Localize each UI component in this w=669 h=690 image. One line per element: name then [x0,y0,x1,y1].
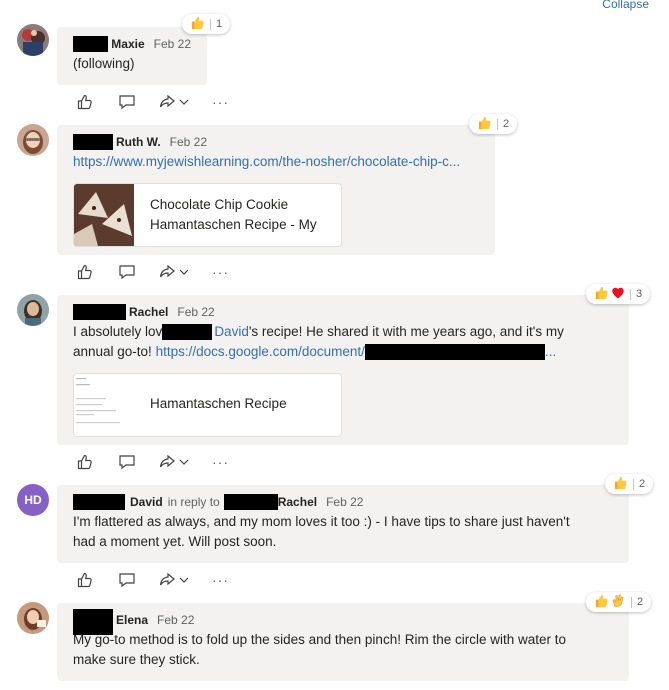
chevron-down-icon[interactable] [178,456,190,468]
reply-icon[interactable] [118,263,136,281]
thumbs-up-icon[interactable] [76,453,94,471]
share-icon[interactable] [158,571,176,589]
comment-bubble: David in reply to Rachel Feb 22 I'm flat… [57,485,629,563]
shared-link[interactable]: https://docs.google.com/document/ [156,344,365,359]
redaction-box [73,304,126,320]
author-name[interactable]: Elena [116,613,148,627]
reaction-summary[interactable]: 1 [182,14,231,34]
comment-header: Maxie Feb 22 [73,35,191,53]
redaction-box [223,494,278,510]
reply-icon[interactable] [118,571,136,589]
heart-icon [611,286,625,303]
thumbs-up-icon [613,475,628,493]
author-name[interactable]: Rachel [129,305,168,319]
avatar[interactable] [17,602,49,634]
comment-text: I'm flattered as always, and my mom love… [73,514,570,529]
reply-to-label: in reply to [167,495,220,509]
comment-text: annual go-to! https://docs.google.com/do… [73,344,557,361]
post-date: Feb 22 [157,613,195,627]
preview-title: Chocolate Chip Cookie Hamantaschen Recip… [150,197,317,232]
preview-thumbnail [74,374,134,436]
reply-icon[interactable] [118,93,136,111]
clapping-hands-icon [611,593,626,611]
comment-bubble: Maxie Feb 22 (following) [57,27,207,85]
shared-link[interactable]: https://www.myjewishlearning.com/the-nos… [73,152,479,172]
redaction-box [162,324,213,341]
reaction-count: 2 [639,478,646,490]
redaction-box [364,344,545,361]
avatar[interactable] [17,124,49,156]
avatar[interactable] [17,24,49,56]
reaction-summary[interactable]: 2 [586,592,652,612]
preview-title: Hamantaschen Recipe [150,396,287,411]
comment-header: Ruth W. Feb 22 [73,133,479,151]
post-date: Feb 22 [326,495,364,509]
comment-bubble: Elena Feb 22 My go-to method is to fold … [57,603,629,681]
link-preview-card[interactable]: Hamantaschen Recipe [73,373,342,437]
chevron-down-icon[interactable] [178,96,190,108]
comment-bubble: Rachel Feb 22 I absolutely lov David's re… [57,295,629,445]
thumbs-up-icon[interactable] [76,93,94,111]
chevron-down-icon[interactable] [178,574,190,586]
comment-actions: ··· [76,451,229,473]
share-icon[interactable] [158,453,176,471]
thumbs-up-icon [190,15,205,33]
link-preview-card[interactable]: Chocolate Chip Cookie Hamantaschen Recip… [73,183,342,247]
preview-thumbnail [74,184,134,246]
post-date: Feb 22 [177,305,215,319]
author-name[interactable]: David [130,495,163,509]
mention-link[interactable]: David [214,324,249,339]
reaction-summary[interactable]: 2 [469,114,518,134]
comment-header: Rachel Feb 22 [73,303,613,321]
avatar[interactable]: HD [17,484,49,516]
comment-text: had a moment yet. Will post soon. [73,534,277,549]
comment-actions: ··· [76,91,229,113]
thumbs-up-icon [594,285,609,303]
comment-text: I absolutely lov David's recipe! He share… [73,324,564,341]
author-name[interactable]: Maxie [111,37,144,51]
share-icon[interactable] [158,93,176,111]
redaction-box [73,134,113,150]
reaction-summary[interactable]: 2 [605,474,654,494]
comment-header: Elena Feb 22 [73,609,613,635]
thumbs-up-icon [594,593,609,611]
comment-text: make sure they stick. [73,652,200,667]
thumbs-up-icon[interactable] [76,571,94,589]
more-options-icon[interactable]: ··· [212,94,229,110]
more-options-icon[interactable]: ··· [212,264,229,280]
reaction-count: 3 [636,288,643,300]
share-icon[interactable] [158,263,176,281]
comment-actions: ··· [76,261,229,283]
more-options-icon[interactable]: ··· [212,572,229,588]
post-date: Feb 22 [169,135,208,149]
reaction-count: 2 [503,118,510,130]
comment-actions: ··· [76,569,229,591]
comment-text: (following) [73,56,135,71]
comment-bubble: Ruth W. Feb 22 https://www.myjewishlearn… [57,125,495,255]
collapse-link[interactable]: Collapse [602,0,649,11]
thumbs-up-icon [477,115,492,133]
chevron-down-icon[interactable] [178,266,190,278]
reaction-summary[interactable]: 3 [586,284,651,304]
comment-header: David in reply to Rachel Feb 22 [73,493,613,511]
avatar[interactable] [17,294,49,326]
redaction-box [73,36,109,52]
reaction-count: 2 [637,596,644,608]
author-name[interactable]: Ruth W. [116,135,161,149]
comment-text: My go-to method is to fold up the sides … [73,632,566,647]
reaction-count: 1 [216,18,223,30]
reply-icon[interactable] [118,453,136,471]
more-options-icon[interactable]: ··· [212,454,229,470]
post-date: Feb 22 [153,37,191,51]
thumbs-up-icon[interactable] [76,263,94,281]
redaction-box [73,494,125,510]
reply-to-name[interactable]: Rachel [278,495,317,509]
